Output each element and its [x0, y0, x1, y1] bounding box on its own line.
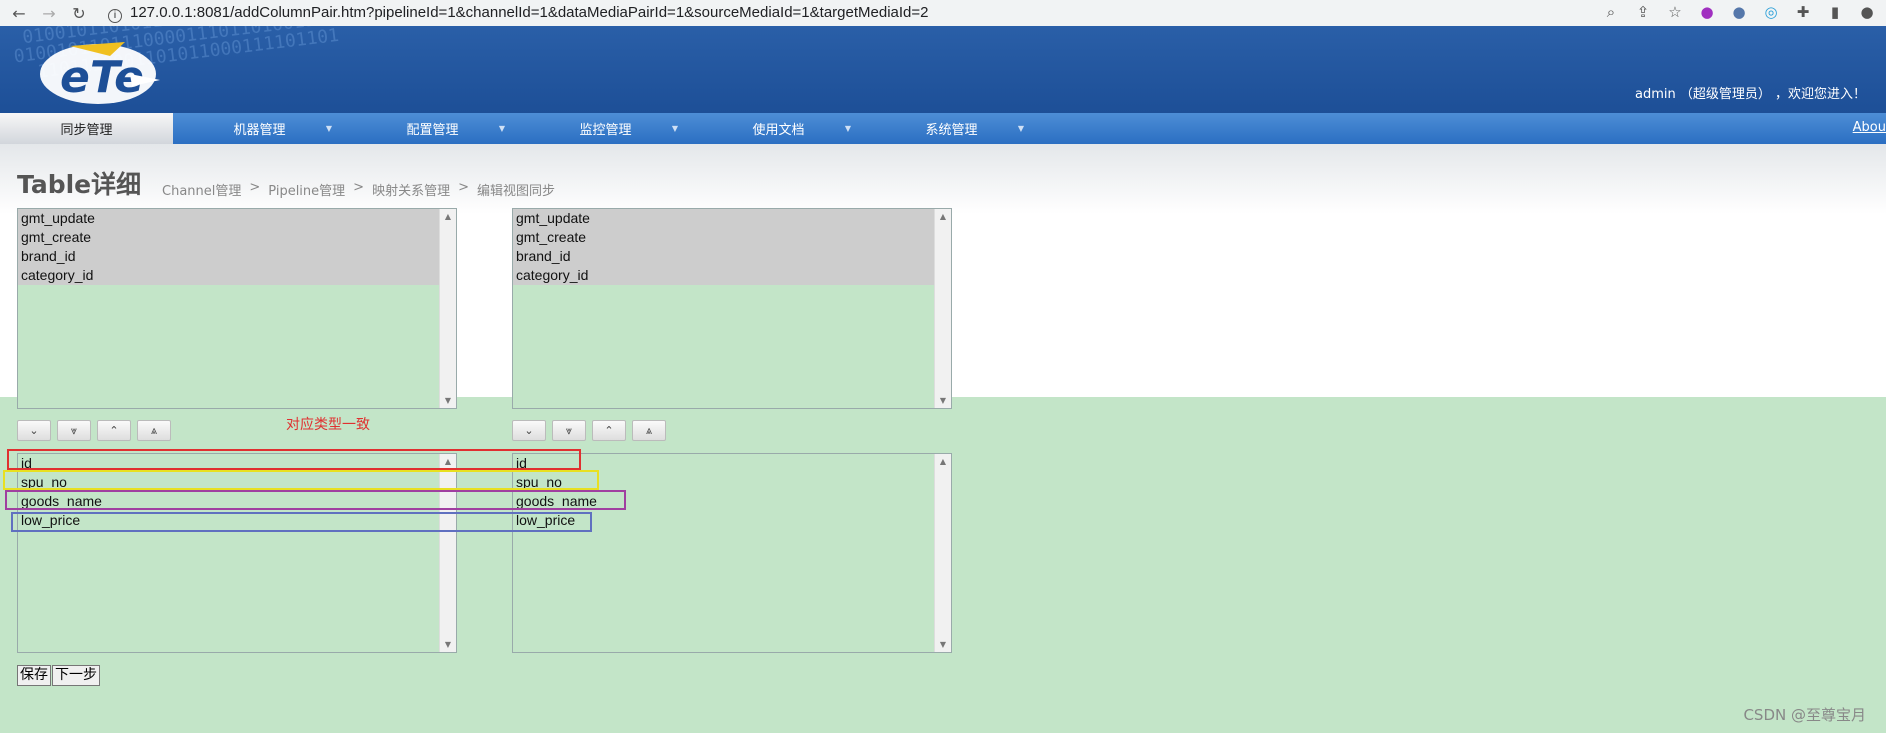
- scrollbar[interactable]: ▲ ▼: [439, 209, 456, 408]
- menu-system-management[interactable]: 系统管理 ▼: [865, 113, 1038, 144]
- user-info: admin （超级管理员） ，欢迎您进入！: [1635, 87, 1866, 102]
- extension-icon[interactable]: ●: [1730, 3, 1748, 21]
- list-item[interactable]: category_id: [513, 266, 951, 285]
- breadcrumb-separator: >: [249, 180, 261, 195]
- move-down-button[interactable]: ⌄: [512, 420, 546, 441]
- info-icon[interactable]: i: [108, 8, 122, 23]
- browser-toolbar: ← → ↻ i 127.0.0.1:8081/addColumnPair.htm?…: [0, 0, 1886, 26]
- list-item[interactable]: brand_id: [513, 247, 951, 266]
- list-item[interactable]: gmt_create: [513, 228, 951, 247]
- url-text: 127.0.0.1:8081/addColumnPair.htm?pipelin…: [130, 3, 929, 21]
- menu-machine-management[interactable]: 机器管理 ▼: [173, 113, 346, 144]
- target-columns-available[interactable]: gmt_update gmt_create brand_id category_…: [512, 208, 952, 409]
- extension-icon[interactable]: ●: [1698, 3, 1716, 21]
- list-item[interactable]: gmt_create: [18, 228, 456, 247]
- breadcrumb-separator: >: [353, 180, 365, 195]
- move-up-button[interactable]: ⌃: [592, 420, 626, 441]
- scroll-up-icon[interactable]: ▲: [935, 457, 951, 466]
- breadcrumb-channel[interactable]: Channel管理: [162, 180, 241, 199]
- list-item[interactable]: brand_id: [18, 247, 456, 266]
- menu-config-management[interactable]: 配置管理 ▼: [346, 113, 519, 144]
- source-move-buttons: ⌄ ⩔ ⌃ ⩓: [17, 420, 171, 441]
- dropdown-arrow-icon: ▼: [1017, 124, 1024, 133]
- puzzle-icon[interactable]: ✚: [1794, 3, 1812, 21]
- list-item[interactable]: gmt_update: [18, 209, 456, 228]
- menu-label: 配置管理: [406, 123, 459, 138]
- next-step-button[interactable]: 下一步: [52, 665, 100, 686]
- source-columns-available[interactable]: gmt_update gmt_create brand_id category_…: [17, 208, 457, 409]
- menu-documentation[interactable]: 使用文档 ▼: [692, 113, 865, 144]
- breadcrumb-separator: >: [458, 180, 469, 195]
- highlight-box-spu-no: [3, 470, 599, 490]
- breadcrumb: Channel管理 > Pipeline管理 > 映射关系管理 > 编辑视图同步: [162, 180, 555, 199]
- dropdown-arrow-icon: ▼: [844, 124, 851, 133]
- share-icon[interactable]: ⇪: [1634, 3, 1652, 21]
- menu-label: 机器管理: [233, 123, 286, 138]
- menu-label: 系统管理: [925, 123, 978, 138]
- scroll-up-icon[interactable]: ▲: [440, 212, 456, 221]
- breadcrumb-current: 编辑视图同步: [477, 184, 556, 199]
- zoom-icon[interactable]: ⌕: [1602, 3, 1620, 21]
- move-all-down-button[interactable]: ⩔: [57, 420, 91, 441]
- profile-icon[interactable]: ●: [1858, 3, 1876, 21]
- move-up-button[interactable]: ⌃: [97, 420, 131, 441]
- move-all-down-button[interactable]: ⩔: [552, 420, 586, 441]
- scroll-down-icon[interactable]: ▼: [440, 640, 456, 649]
- scroll-up-icon[interactable]: ▲: [935, 212, 951, 221]
- scroll-down-icon[interactable]: ▼: [935, 396, 951, 405]
- otter-logo[interactable]: eTe: [30, 34, 170, 110]
- highlight-box-id: [7, 449, 581, 470]
- dropdown-arrow-icon: ▼: [498, 124, 505, 133]
- menu-label: 同步管理: [60, 123, 113, 138]
- menu-label: 监控管理: [579, 123, 632, 138]
- menu-label: 使用文档: [752, 123, 805, 138]
- highlight-box-low-price: [11, 512, 592, 532]
- watermark: CSDN @至尊宝月: [1743, 706, 1866, 724]
- site-header: 0100101101011100011110110101 01001011011…: [0, 26, 1886, 113]
- browser-extensions: ⌕ ⇪ ☆ ● ● ◎ ✚ ▮ ●: [1602, 3, 1876, 21]
- scrollbar[interactable]: ▲ ▼: [934, 209, 951, 408]
- highlight-box-goods-name: [5, 490, 626, 510]
- scroll-down-icon[interactable]: ▼: [440, 396, 456, 405]
- breadcrumb-pipeline[interactable]: Pipeline管理: [268, 180, 345, 199]
- save-button[interactable]: 保存: [17, 665, 51, 686]
- menu-sync-management[interactable]: 同步管理: [0, 113, 173, 144]
- page-title: Table详细: [17, 170, 142, 199]
- main-menu: 同步管理 机器管理 ▼ 配置管理 ▼ 监控管理 ▼ 使用文档 ▼ 系统管理 ▼ Abou: [0, 113, 1886, 144]
- sidepanel-icon[interactable]: ▮: [1826, 3, 1844, 21]
- menu-monitor-management[interactable]: 监控管理 ▼: [519, 113, 692, 144]
- reload-icon[interactable]: ↻: [68, 4, 90, 23]
- address-bar[interactable]: i 127.0.0.1:8081/addColumnPair.htm?pipeli…: [108, 4, 928, 23]
- scroll-down-icon[interactable]: ▼: [935, 640, 951, 649]
- breadcrumb-mapping[interactable]: 映射关系管理: [372, 180, 450, 199]
- dropdown-arrow-icon: ▼: [325, 124, 332, 133]
- list-item[interactable]: gmt_update: [513, 209, 951, 228]
- annotation-text: 对应类型一致: [286, 417, 370, 433]
- move-all-up-button[interactable]: ⩓: [632, 420, 666, 441]
- forward-icon[interactable]: →: [38, 4, 60, 23]
- extension-icon[interactable]: ◎: [1762, 3, 1780, 21]
- move-down-button[interactable]: ⌄: [17, 420, 51, 441]
- scrollbar[interactable]: ▲ ▼: [934, 454, 951, 652]
- move-all-up-button[interactable]: ⩓: [137, 420, 171, 441]
- target-move-buttons: ⌄ ⩔ ⌃ ⩓: [512, 420, 666, 441]
- back-icon[interactable]: ←: [8, 4, 30, 23]
- star-icon[interactable]: ☆: [1666, 3, 1684, 21]
- dropdown-arrow-icon: ▼: [671, 124, 678, 133]
- list-item[interactable]: category_id: [18, 266, 456, 285]
- about-link[interactable]: Abou: [1853, 120, 1886, 135]
